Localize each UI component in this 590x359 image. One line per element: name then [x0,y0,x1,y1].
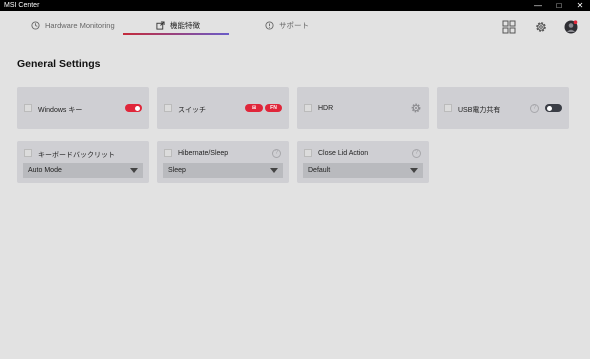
windows-key-checkbox[interactable] [24,104,32,112]
title-bar: MSI Center — □ ✕ [0,0,590,11]
chevron-down-icon [410,168,418,173]
chat-bubble-icon [265,20,274,30]
tab-label: サポート [279,20,309,30]
select-value: Sleep [168,167,186,174]
fn-badge[interactable]: FN [265,104,282,112]
keyboard-backlight-label: キーボードバックリット [38,152,115,159]
tab-support[interactable]: サポート [265,17,309,33]
hibernate-sleep-select[interactable]: Sleep [163,163,283,178]
settings-gear-icon[interactable] [411,103,421,113]
hibernate-sleep-checkbox[interactable] [164,149,172,157]
help-icon[interactable]: ? [272,149,281,158]
close-lid-label: Close Lid Action [318,150,369,157]
usb-power-toggle[interactable] [545,104,562,112]
usb-power-checkbox[interactable] [444,104,452,112]
hibernate-sleep-label: Hibernate/Sleep [178,150,229,157]
hibernate-sleep-card: Hibernate/Sleep ? Sleep [157,141,289,183]
usb-power-label: USB電力共有 [458,107,501,114]
grid-icon[interactable] [502,20,516,34]
external-link-icon [156,20,165,30]
windows-key-toggle[interactable] [125,104,142,112]
gauge-icon [31,20,40,30]
hdr-checkbox[interactable] [304,104,312,112]
keyboard-backlight-card: キーボードバックリット Auto Mode [17,141,149,183]
avatar[interactable] [564,20,578,34]
top-navigation: Hardware Monitoring 機能特徴 サポート [0,11,590,41]
active-tab-indicator [123,33,229,35]
chevron-down-icon [130,168,138,173]
tab-label: Hardware Monitoring [45,20,115,30]
close-button[interactable]: ✕ [573,0,587,11]
usb-power-card: USB電力共有 ? [437,87,569,129]
windows-key-card: Windows キー [17,87,149,129]
toggle-knob [547,105,552,111]
help-icon[interactable]: ? [530,104,539,113]
close-lid-checkbox[interactable] [304,149,312,157]
windows-key-label: Windows キー [38,107,83,114]
switch-card: スイッチ ⊞ FN [157,87,289,129]
select-value: Auto Mode [28,167,62,174]
chevron-down-icon [270,168,278,173]
keyboard-backlight-checkbox[interactable] [24,149,32,157]
switch-label: スイッチ [178,107,206,114]
maximize-button[interactable]: □ [552,0,566,11]
toggle-knob [135,105,140,111]
close-lid-select[interactable]: Default [303,163,423,178]
window-title: MSI Center [4,2,40,9]
windows-badge[interactable]: ⊞ [245,104,263,112]
help-icon[interactable]: ? [412,149,421,158]
minimize-button[interactable]: — [531,0,545,11]
tab-hardware-monitoring[interactable]: Hardware Monitoring [31,17,115,33]
hdr-label: HDR [318,105,334,112]
tab-features[interactable]: 機能特徴 [156,17,200,33]
gear-icon[interactable] [534,20,548,34]
select-value: Default [308,167,331,174]
keyboard-backlight-select[interactable]: Auto Mode [23,163,143,178]
page-title: General Settings [17,58,101,70]
tab-label: 機能特徴 [170,20,200,30]
hdr-card: HDR [297,87,429,129]
close-lid-card: Close Lid Action ? Default [297,141,429,183]
switch-checkbox[interactable] [164,104,172,112]
